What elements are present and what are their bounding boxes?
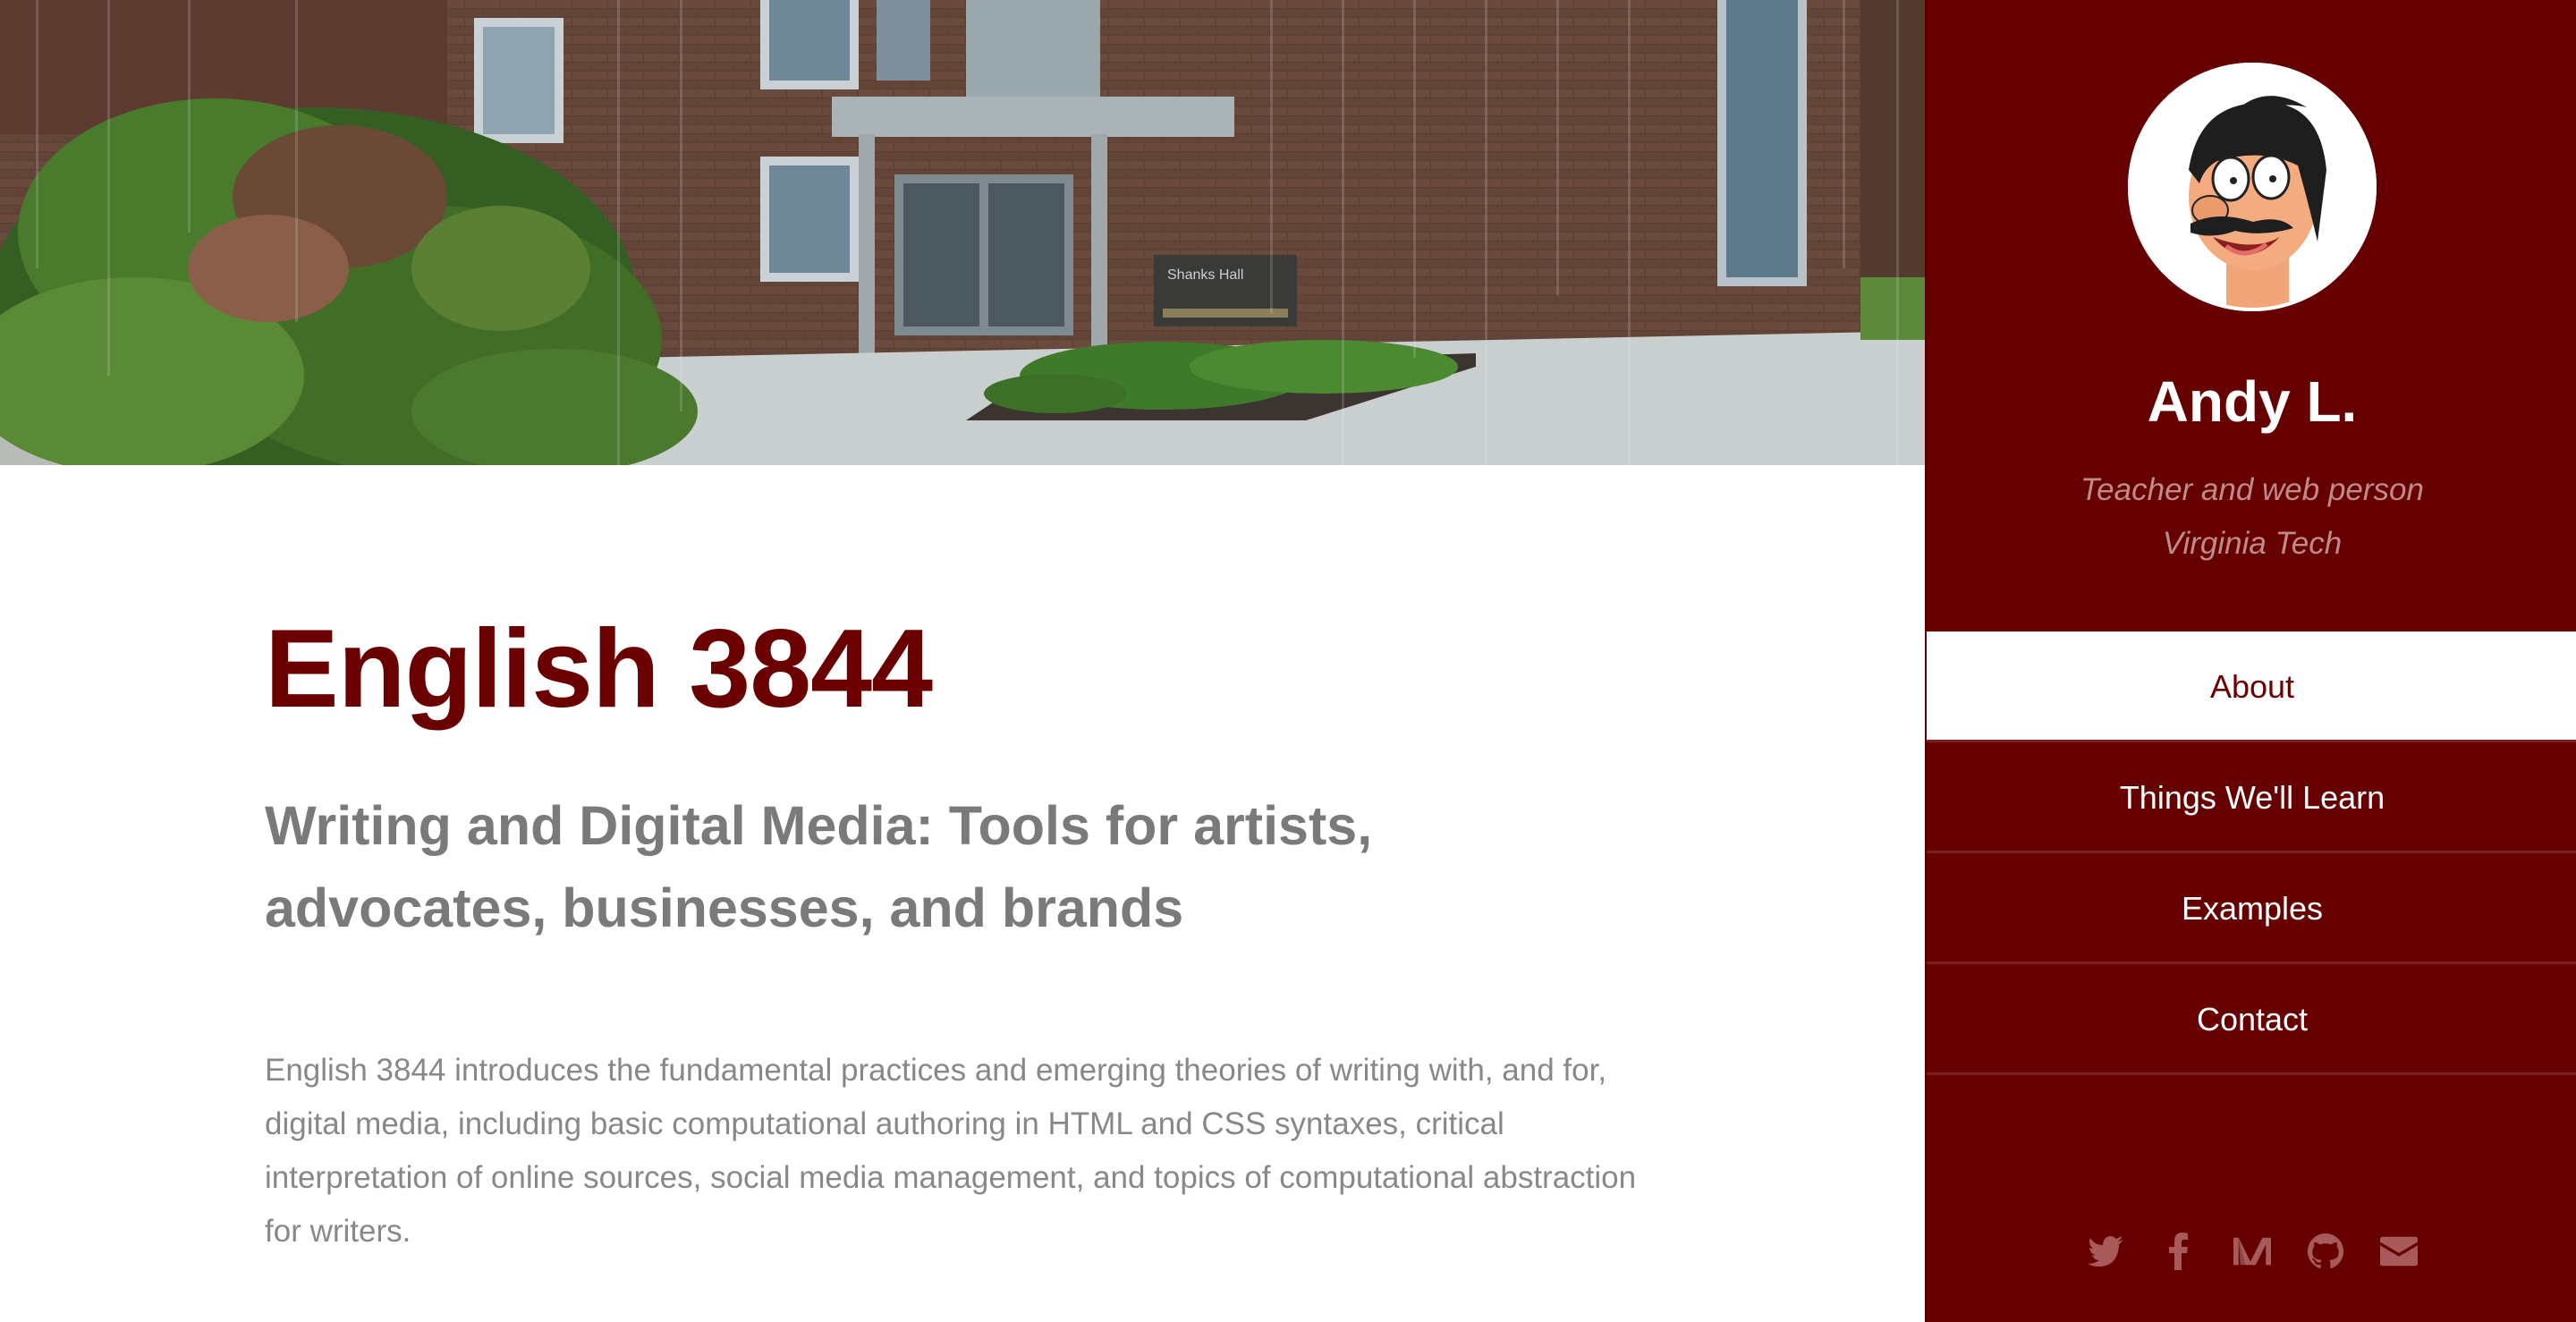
profile-name: Andy L.: [2147, 369, 2358, 434]
profile-organization: Virginia Tech: [2162, 526, 2343, 561]
twitter-icon[interactable]: [2087, 1233, 2124, 1270]
social-links: [1927, 1233, 2576, 1270]
sidebar: Andy L. Teacher and web person Virginia …: [1925, 0, 2576, 1322]
facebook-icon[interactable]: [2160, 1233, 2198, 1270]
sidebar-nav: About Things We'll Learn Examples Contac…: [1927, 631, 2576, 1075]
avatar: [2128, 63, 2377, 311]
main-content: Shanks Hall English 3844 Writing and Dig…: [0, 0, 1925, 1322]
email-icon[interactable]: [2380, 1233, 2418, 1270]
hero-sign-text: Shanks Hall: [1167, 267, 1243, 283]
page-title: English 3844: [265, 607, 933, 731]
hero-image: Shanks Hall: [0, 0, 1925, 465]
nav-item-contact[interactable]: Contact: [1927, 964, 2576, 1075]
nav-item-about[interactable]: About: [1927, 631, 2576, 742]
github-icon[interactable]: [2307, 1233, 2344, 1270]
page-subtitle: Writing and Digital Media: Tools for art…: [265, 795, 1373, 938]
nav-item-examples[interactable]: Examples: [1927, 853, 2576, 964]
profile-role: Teacher and web person: [2080, 472, 2424, 507]
course-description: English 3844 introduces the fundamental …: [265, 1053, 1637, 1250]
course-intro: English 3844 Writing and Digital Media: …: [265, 608, 1660, 1258]
medium-icon[interactable]: [2233, 1233, 2271, 1270]
page: Shanks Hall English 3844 Writing and Dig…: [0, 0, 2576, 1322]
nav-item-things-well-learn[interactable]: Things We'll Learn: [1927, 742, 2576, 853]
